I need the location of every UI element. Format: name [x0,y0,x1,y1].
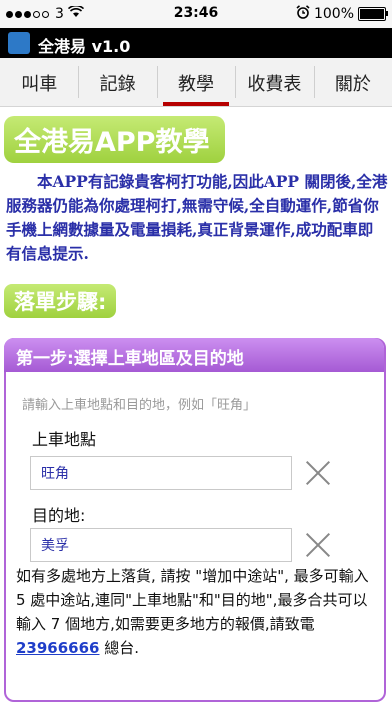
intro-paragraph: 本APP有記錄貴客柯打功能,因此APP 關閉後,全港服務器仍能為你處理柯打,無需… [6,172,388,263]
clear-pickup-icon[interactable] [304,459,332,487]
app-logo-icon [8,32,30,54]
destination-field[interactable] [30,528,311,562]
tutorial-content: 全港易APP教學 本APP有記錄貴客柯打功能,因此APP 關閉後,全港服務器仍能… [0,106,392,702]
tab-bar: 叫車 記錄 教學 收費表 關於 [0,58,392,107]
multi-stop-note: 如有多處地方上落貨, 請按 "增加中途站", 最多可輸入 5 處中途站,連同"上… [16,564,372,660]
steps-heading: 落單步驟: [4,284,117,318]
battery-percent: 100% [313,6,354,22]
hotline-link[interactable]: 23966666 [16,639,100,657]
app-bar: 全港易 v1.0 [0,28,392,58]
note-ending: 總台. [99,639,140,657]
battery-icon [358,7,388,21]
page-title: 全港易APP教學 [4,116,226,163]
multi-stop-text: 如有多處地方上落貨, 請按 "增加中途站", 最多可輸入 5 處中途站,連同"上… [16,567,369,633]
pickup-field[interactable] [30,456,311,490]
app-title: 全港易 v1.0 [38,37,131,56]
input-hint: 請輸入上車地點和目的地，例如「旺角」 [22,398,257,413]
tab-about[interactable]: 關於 [313,58,392,106]
clear-destination-icon[interactable] [304,531,332,559]
tab-fee-table[interactable]: 收費表 [235,58,313,106]
destination-input[interactable] [31,529,311,561]
step-one-title: 第一步:選擇上車地區及目的地 [16,349,244,369]
tab-call-car[interactable]: 叫車 [0,58,78,106]
pickup-input[interactable] [31,457,311,489]
alarm-clock-icon [296,5,310,23]
status-bar: 3 23:46 100% [0,0,392,28]
pickup-label: 上車地點 [32,430,97,449]
tab-records[interactable]: 記錄 [78,58,156,106]
destination-label: 目的地: [32,506,86,525]
step-one-header: 第一步:選擇上車地區及目的地 [4,338,384,372]
tab-tutorial[interactable]: 教學 [156,58,235,106]
step-one-card: 第一步:選擇上車地區及目的地 請輸入上車地點和目的地，例如「旺角」 上車地點 目… [4,338,386,702]
